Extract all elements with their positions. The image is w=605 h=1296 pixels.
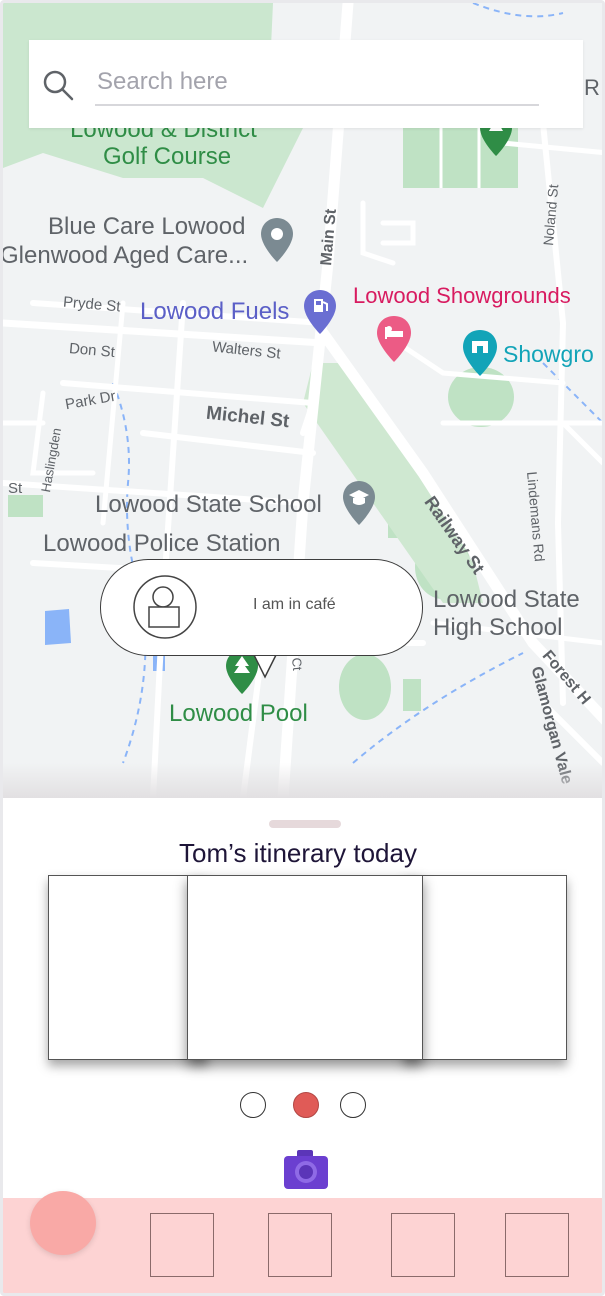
school-pin-icon[interactable] [342,480,376,526]
search-bar [29,40,583,128]
search-icon[interactable] [41,68,75,102]
search-input[interactable] [95,60,539,106]
avatar-icon[interactable] [133,575,197,639]
itinerary-card-1[interactable] [48,875,208,1060]
map-label-pool: Lowood Pool [169,700,308,727]
itinerary-card-3[interactable] [403,875,567,1060]
page-dot-2[interactable] [293,1092,319,1118]
bottom-sheet: Tom’s itinerary today [3,798,602,1198]
nav-slot-4[interactable] [505,1213,569,1277]
map-label-r-edge: R [584,75,600,100]
itinerary-card-2[interactable] [187,875,423,1060]
fuel-pin-icon[interactable] [303,289,337,335]
itinerary-title: Tom’s itinerary today [179,838,417,868]
page-dot-1[interactable] [240,1092,266,1118]
bottom-nav-bar [3,1191,602,1293]
map-label-golf-bottom: Golf Course [103,143,232,170]
nav-slot-2[interactable] [268,1213,332,1277]
nav-slot-1[interactable] [150,1213,214,1277]
map-label-fuels: Lowood Fuels [140,298,290,325]
map-bottom-fade [3,763,602,798]
home-fab-button[interactable] [30,1191,96,1255]
map-label-don-st: Don St [68,340,116,361]
map-label-showgrounds: Lowood Showgrounds [353,283,571,308]
medical-pin-icon[interactable] [260,217,294,263]
stadium-pin-icon[interactable] [462,329,498,377]
map-label-state-school: Lowood State School [95,491,322,518]
map-label-st-left: St [8,480,23,497]
page-dot-3[interactable] [340,1092,366,1118]
nav-slot-3[interactable] [391,1213,455,1277]
lodging-pin-icon[interactable] [376,315,412,363]
map-label-ct: Ct [289,656,306,672]
map-label-bluecare: Blue Care Lowood [48,213,246,240]
camera-icon[interactable] [283,1148,329,1190]
map-label-high-school-1: Lowood State [433,586,580,613]
map-label-showgro: Showgro [503,341,594,367]
map-label-police: Lowood Police Station [43,530,281,557]
drag-handle[interactable] [269,820,341,828]
bubble-text: I am in café [253,596,336,613]
map-label-high-school-2: High School [433,614,563,641]
app-frame: Lowood & District Golf Course Blue Care … [0,0,605,1296]
map-label-glenwood: Glenwood Aged Care... [3,242,249,269]
